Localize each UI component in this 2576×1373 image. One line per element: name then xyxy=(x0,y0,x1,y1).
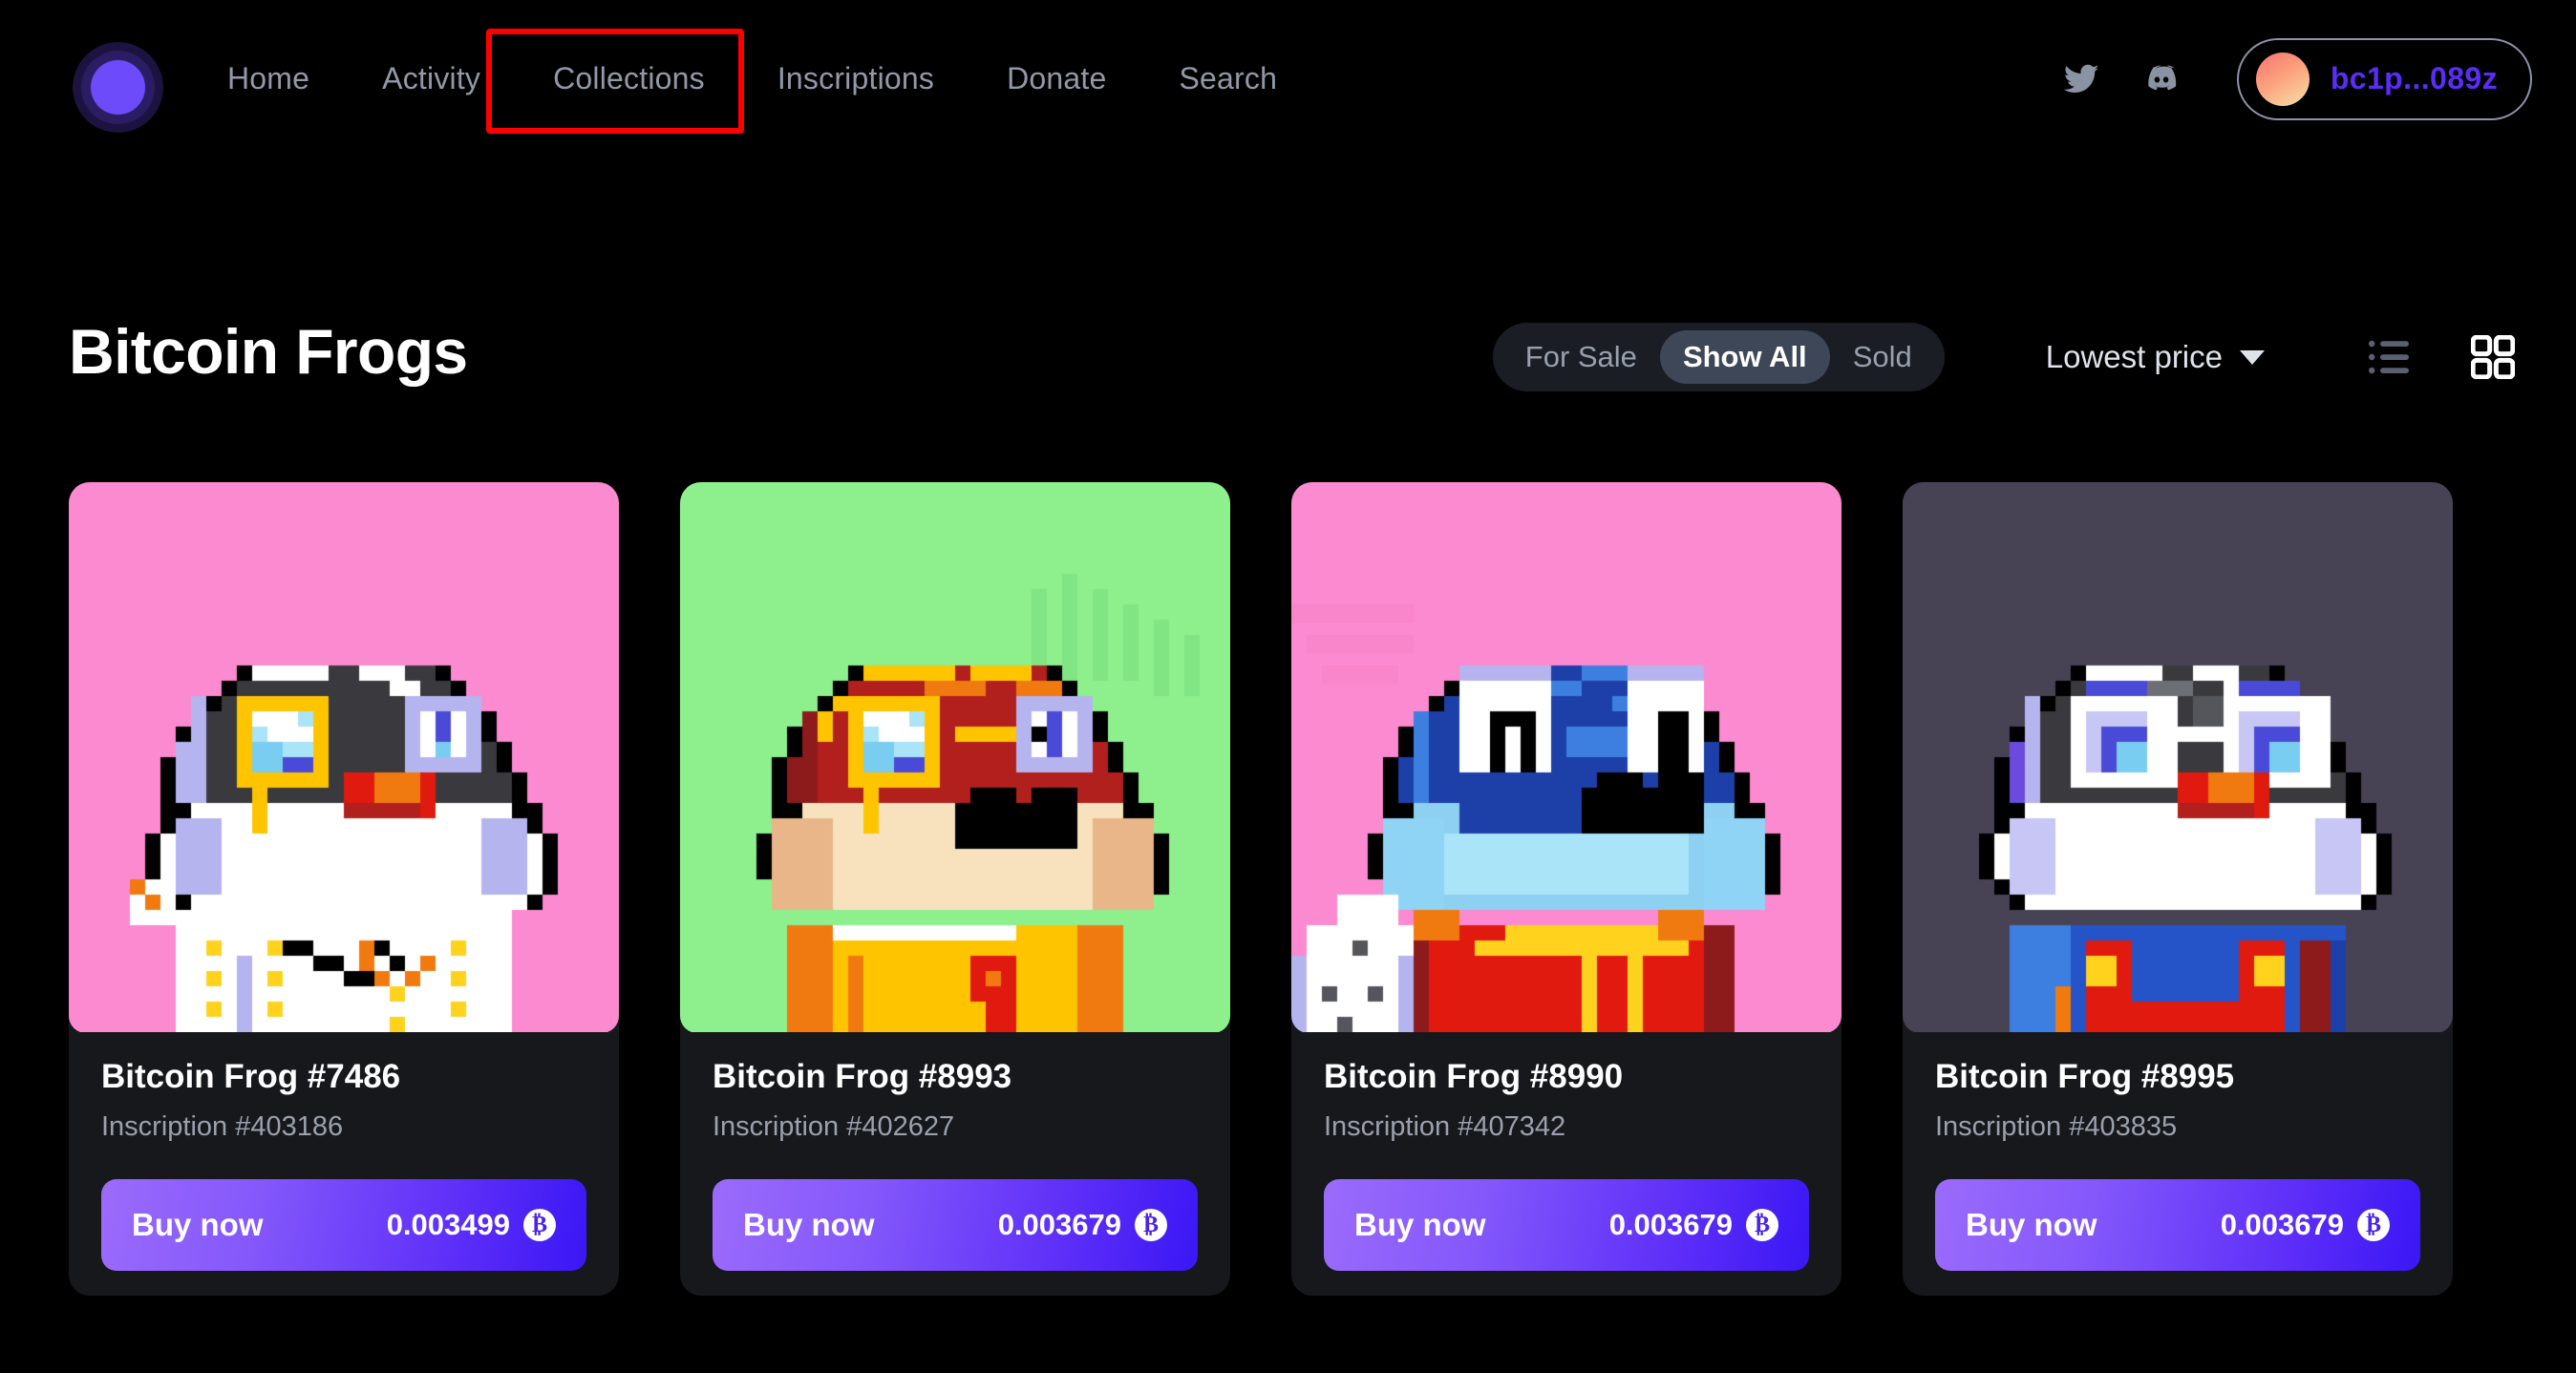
view-toggle-group xyxy=(2368,335,2515,379)
main-nav: Home Activity Collections Inscriptions D… xyxy=(191,0,1313,158)
sort-label: Lowest price xyxy=(2045,339,2223,374)
buy-now-button[interactable]: Buy now 0.003679 ₿ xyxy=(1324,1179,1809,1271)
price-value: 0.003499 xyxy=(386,1208,510,1241)
nav-item-home[interactable]: Home xyxy=(191,0,346,158)
nft-card[interactable]: Bitcoin Frog #8990 Inscription #407342 B… xyxy=(1291,482,1842,1296)
orb-logo-icon[interactable] xyxy=(73,42,163,133)
nft-inscription: Inscription #403186 xyxy=(101,1111,344,1142)
nft-card-body: Bitcoin Frog #7486 Inscription #403186 B… xyxy=(69,1033,619,1271)
price-group: 0.003679 ₿ xyxy=(998,1208,1167,1242)
nft-card[interactable]: Bitcoin Frog #8993 Inscription #402627 B… xyxy=(680,482,1230,1296)
bitcoin-icon: ₿ xyxy=(2357,1209,2390,1241)
status-filter-group: For Sale Show All Sold xyxy=(1492,323,1945,391)
nft-title: Bitcoin Frog #7486 xyxy=(101,1058,401,1095)
wallet-address: bc1p...089z xyxy=(2330,61,2498,95)
grid-view-icon[interactable] xyxy=(2471,335,2515,379)
title-row: Bitcoin Frogs For Sale Show All Sold Low… xyxy=(0,315,2576,430)
chevron-down-icon xyxy=(2240,349,2265,365)
top-header: Home Activity Collections Inscriptions D… xyxy=(0,0,2576,158)
nft-card[interactable]: Bitcoin Frog #7486 Inscription #403186 B… xyxy=(69,482,619,1296)
frog-pixel-art xyxy=(680,482,1230,1032)
buy-now-button[interactable]: Buy now 0.003679 ₿ xyxy=(1935,1179,2420,1271)
buy-now-label: Buy now xyxy=(743,1207,875,1242)
price-group: 0.003679 ₿ xyxy=(2221,1208,2390,1242)
discord-icon[interactable] xyxy=(2134,52,2189,107)
nft-title: Bitcoin Frog #8995 xyxy=(1935,1058,2235,1095)
frog-pixel-art xyxy=(1903,482,2453,1032)
nft-inscription: Inscription #407342 xyxy=(1324,1111,1566,1142)
nft-thumbnail[interactable] xyxy=(680,482,1230,1033)
nav-item-collections[interactable]: Collections xyxy=(517,0,741,158)
buy-now-label: Buy now xyxy=(1966,1207,2097,1242)
nav-item-inscriptions[interactable]: Inscriptions xyxy=(741,0,970,158)
nav-item-activity[interactable]: Activity xyxy=(346,0,517,158)
price-value: 0.003679 xyxy=(1608,1208,1733,1241)
list-view-icon[interactable] xyxy=(2368,335,2412,379)
nav-item-search[interactable]: Search xyxy=(1142,0,1313,158)
buy-now-label: Buy now xyxy=(132,1207,264,1242)
filter-for-sale[interactable]: For Sale xyxy=(1502,330,1660,384)
frog-pixel-art xyxy=(1291,482,1842,1032)
nft-inscription: Inscription #403835 xyxy=(1935,1111,2178,1142)
price-value: 0.003679 xyxy=(997,1208,1121,1241)
nft-thumbnail[interactable] xyxy=(1291,482,1842,1033)
nft-thumbnail[interactable] xyxy=(1903,482,2453,1033)
nft-title: Bitcoin Frog #8993 xyxy=(713,1058,1012,1095)
frog-pixel-art xyxy=(69,482,619,1032)
nft-card-body: Bitcoin Frog #8990 Inscription #407342 B… xyxy=(1291,1033,1842,1271)
nft-card-grid: Bitcoin Frog #7486 Inscription #403186 B… xyxy=(69,482,2453,1296)
nft-card-body: Bitcoin Frog #8993 Inscription #402627 B… xyxy=(680,1033,1230,1271)
filter-sold[interactable]: Sold xyxy=(1830,330,1935,384)
filter-show-all[interactable]: Show All xyxy=(1659,330,1830,384)
price-group: 0.003499 ₿ xyxy=(387,1208,556,1242)
nft-thumbnail[interactable] xyxy=(69,482,619,1033)
nft-card[interactable]: Bitcoin Frog #8995 Inscription #403835 B… xyxy=(1903,482,2453,1296)
bitcoin-icon: ₿ xyxy=(523,1209,556,1241)
wallet-button[interactable]: bc1p...089z xyxy=(2236,37,2532,120)
avatar xyxy=(2255,52,2310,106)
buy-now-label: Buy now xyxy=(1354,1207,1486,1242)
bitcoin-icon: ₿ xyxy=(1746,1209,1778,1241)
controls-group: For Sale Show All Sold Lowest price xyxy=(1492,323,2515,391)
price-group: 0.003679 ₿ xyxy=(1609,1208,1778,1242)
header-right-group: bc1p...089z xyxy=(2054,0,2532,158)
sort-dropdown[interactable]: Lowest price xyxy=(2046,339,2265,375)
page-title: Bitcoin Frogs xyxy=(69,316,468,387)
twitter-icon[interactable] xyxy=(2054,52,2109,107)
buy-now-button[interactable]: Buy now 0.003679 ₿ xyxy=(713,1179,1198,1271)
nft-card-body: Bitcoin Frog #8995 Inscription #403835 B… xyxy=(1903,1033,2453,1271)
nft-title: Bitcoin Frog #8990 xyxy=(1324,1058,1624,1095)
price-value: 0.003679 xyxy=(2220,1208,2344,1241)
nft-inscription: Inscription #402627 xyxy=(713,1111,955,1142)
nav-item-donate[interactable]: Donate xyxy=(970,0,1142,158)
buy-now-button[interactable]: Buy now 0.003499 ₿ xyxy=(101,1179,586,1271)
bitcoin-icon: ₿ xyxy=(1135,1209,1167,1241)
